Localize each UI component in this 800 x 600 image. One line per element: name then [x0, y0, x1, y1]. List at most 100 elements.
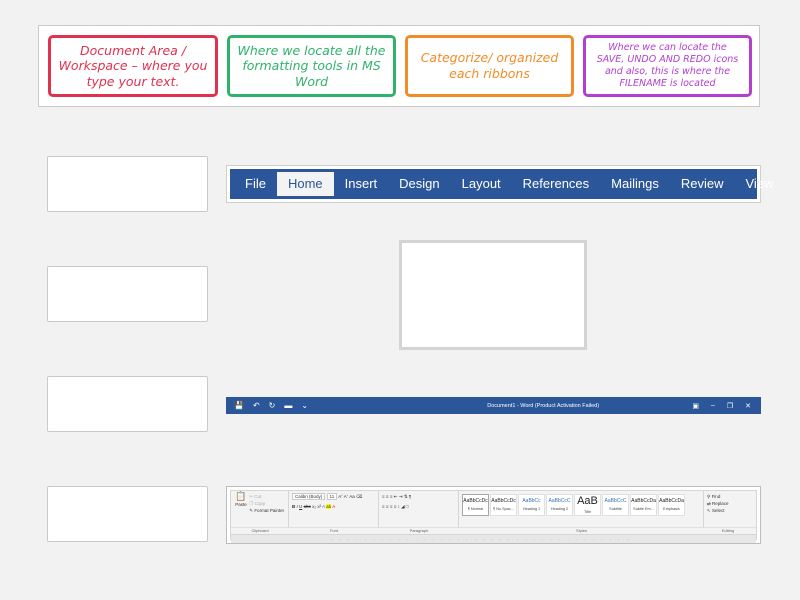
- borders-icon[interactable]: □: [406, 504, 409, 509]
- answer-card-text: Categorize/ organized each ribbons: [420, 50, 559, 81]
- drop-slot-3[interactable]: [47, 376, 208, 432]
- title-bar-image: 💾 ↶ ↻ ▬ ⌄ Document1 - Word (Product Acti…: [226, 397, 761, 414]
- underline-icon[interactable]: U: [299, 504, 302, 509]
- pilcrow-icon[interactable]: ¶: [409, 494, 411, 499]
- restore-icon[interactable]: ❐: [727, 402, 733, 410]
- cursor-icon: ↖: [707, 508, 711, 513]
- customize-icon[interactable]: ⌄: [301, 401, 308, 410]
- paragraph-group: ≡ ≡ ≡ ⇤ ⇥ ⇅ ¶ ≡ ≡ ≡ ≡ ↕ ◢ □: [379, 491, 459, 527]
- tab-insert[interactable]: Insert: [334, 172, 389, 196]
- font-color-icon[interactable]: A: [332, 504, 335, 509]
- font-size-select[interactable]: 11: [326, 493, 338, 500]
- style-item[interactable]: AaBbCcDc ¶ No Spac...: [490, 494, 517, 516]
- answer-card-title-bar[interactable]: Where we can locate the SAVE, UNDO AND R…: [583, 35, 752, 97]
- style-item[interactable]: AaBbCc Heading 1: [518, 494, 545, 516]
- styles-group: AaBbCcDc ¶ Normal AaBbCcDc ¶ No Spac... AaBb…: [459, 491, 704, 527]
- quick-access-toolbar: 💾 ↶ ↻ ▬ ⌄: [226, 401, 394, 410]
- highlight-icon[interactable]: ab: [326, 504, 332, 509]
- tab-mailings[interactable]: Mailings: [600, 172, 670, 196]
- style-item[interactable]: AaB Title: [574, 494, 601, 516]
- align-left-icon[interactable]: ≡: [382, 504, 385, 509]
- cut-button[interactable]: ✂ Cut: [249, 493, 284, 500]
- save-icon[interactable]: 💾: [234, 401, 244, 410]
- tab-file[interactable]: File: [234, 172, 277, 196]
- tab-design[interactable]: Design: [388, 172, 450, 196]
- italic-icon[interactable]: I: [297, 504, 298, 509]
- style-item[interactable]: AaBbCcC Subtitle: [602, 494, 629, 516]
- folder-icon[interactable]: ▬: [284, 401, 292, 410]
- replace-button[interactable]: ⇄ Replace: [707, 500, 749, 507]
- drop-slot-1[interactable]: [47, 156, 208, 212]
- document-area-image: [399, 240, 587, 350]
- drop-slot-4[interactable]: [47, 486, 208, 542]
- window-title: Document1 - Word (Product Activation Fai…: [487, 402, 600, 409]
- style-sample: AaB: [577, 495, 598, 507]
- align-center-icon[interactable]: ≡: [386, 504, 389, 509]
- styles-gallery: AaBbCcDc ¶ Normal AaBbCcDc ¶ No Spac... AaBb…: [462, 494, 700, 516]
- drop-slot-2[interactable]: [47, 266, 208, 322]
- font-shrink-icon[interactable]: Aˇ: [344, 494, 349, 499]
- undo-icon[interactable]: ↶: [253, 401, 260, 410]
- select-button[interactable]: ↖ Select: [707, 507, 749, 514]
- style-name: Heading 1: [522, 507, 541, 511]
- clipboard-group: 📋 Paste ✂ Cut ❐ Copy ✎ Format Painter: [231, 491, 289, 527]
- group-labels: Clipboard Font Paragraph Styles Editing: [231, 527, 756, 534]
- style-sample: AaBbCc: [522, 498, 541, 504]
- style-item[interactable]: AaBbCcDa Subtle Em...: [630, 494, 657, 516]
- text-effects-icon[interactable]: A: [322, 504, 325, 509]
- numbering-icon[interactable]: ≡: [386, 494, 389, 499]
- bold-icon[interactable]: B: [292, 504, 295, 509]
- clipboard-group-label: Clipboard: [251, 528, 269, 533]
- style-item[interactable]: AaBbCcDa Emphasis: [658, 494, 685, 516]
- clear-format-icon[interactable]: ⌫: [356, 494, 362, 499]
- answer-card-document-area[interactable]: Document Area / Workspace – where you ty…: [48, 35, 218, 97]
- tab-review[interactable]: Review: [670, 172, 735, 196]
- copy-button[interactable]: ❐ Copy: [249, 500, 284, 507]
- font-grow-icon[interactable]: Aˆ: [338, 494, 343, 499]
- word-tabs-image: File Home Insert Design Layout Reference…: [226, 165, 773, 203]
- editing-group: ⚲ Find ⇄ Replace ↖ Select: [704, 491, 752, 527]
- tab-layout[interactable]: Layout: [451, 172, 512, 196]
- justify-icon[interactable]: ≡: [394, 504, 397, 509]
- shading-icon[interactable]: ◢: [401, 504, 404, 509]
- answer-card-ribbon-tabs[interactable]: Categorize/ organized each ribbons: [405, 35, 574, 97]
- close-icon[interactable]: ✕: [745, 402, 751, 410]
- paste-label: Paste: [235, 502, 247, 507]
- font-family-select[interactable]: Calibri (Body): [292, 493, 326, 500]
- decrease-indent-icon[interactable]: ⇤: [394, 494, 398, 499]
- strikethrough-icon[interactable]: abc: [304, 504, 311, 509]
- paste-button[interactable]: 📋 Paste: [234, 492, 248, 508]
- select-label: Select: [712, 508, 725, 513]
- answer-card-text: Document Area / Workspace – where you ty…: [58, 42, 208, 89]
- answer-bank: Document Area / Workspace – where you ty…: [38, 25, 760, 107]
- tab-references[interactable]: References: [512, 172, 600, 196]
- style-name: Subtitle: [609, 507, 622, 511]
- redo-icon[interactable]: ↻: [269, 401, 276, 410]
- tab-home[interactable]: Home: [276, 172, 334, 196]
- line-spacing-icon[interactable]: ↕: [398, 504, 400, 509]
- ribbon-image: 📋 Paste ✂ Cut ❐ Copy ✎ Format Painter Ca…: [226, 486, 761, 544]
- find-button[interactable]: ⚲ Find: [707, 493, 749, 500]
- paragraph-group-label: Paragraph: [409, 528, 429, 533]
- superscript-icon[interactable]: x²: [317, 504, 321, 509]
- align-right-icon[interactable]: ≡: [390, 504, 393, 509]
- tab-view[interactable]: View: [734, 172, 784, 196]
- style-sample: AaBbCcDc: [491, 498, 516, 504]
- format-painter-button[interactable]: ✎ Format Painter: [249, 507, 284, 514]
- multilevel-icon[interactable]: ≡: [390, 494, 393, 499]
- answer-card-ribbon[interactable]: Where we locate all the formatting tools…: [227, 35, 396, 97]
- style-sample: AaBbCcC: [548, 498, 571, 504]
- increase-indent-icon[interactable]: ⇥: [399, 494, 403, 499]
- change-case-icon[interactable]: Aa: [349, 494, 355, 499]
- horizontal-ruler: · · · · · · · · · · · · · · · · · · · · …: [231, 534, 756, 543]
- style-sample: AaBbCcDa: [631, 498, 656, 504]
- ribbon-display-icon[interactable]: ▣: [692, 402, 699, 410]
- cut-label: Cut: [254, 494, 262, 499]
- sort-icon[interactable]: ⇅: [404, 494, 408, 499]
- styles-group-label: Styles: [576, 528, 587, 533]
- style-item[interactable]: AaBbCcC Heading 2: [546, 494, 573, 516]
- subscript-icon[interactable]: x₂: [312, 504, 316, 509]
- minimize-icon[interactable]: –: [711, 402, 715, 410]
- bullets-icon[interactable]: ≡: [382, 494, 385, 499]
- style-item[interactable]: AaBbCcDc ¶ Normal: [462, 494, 489, 516]
